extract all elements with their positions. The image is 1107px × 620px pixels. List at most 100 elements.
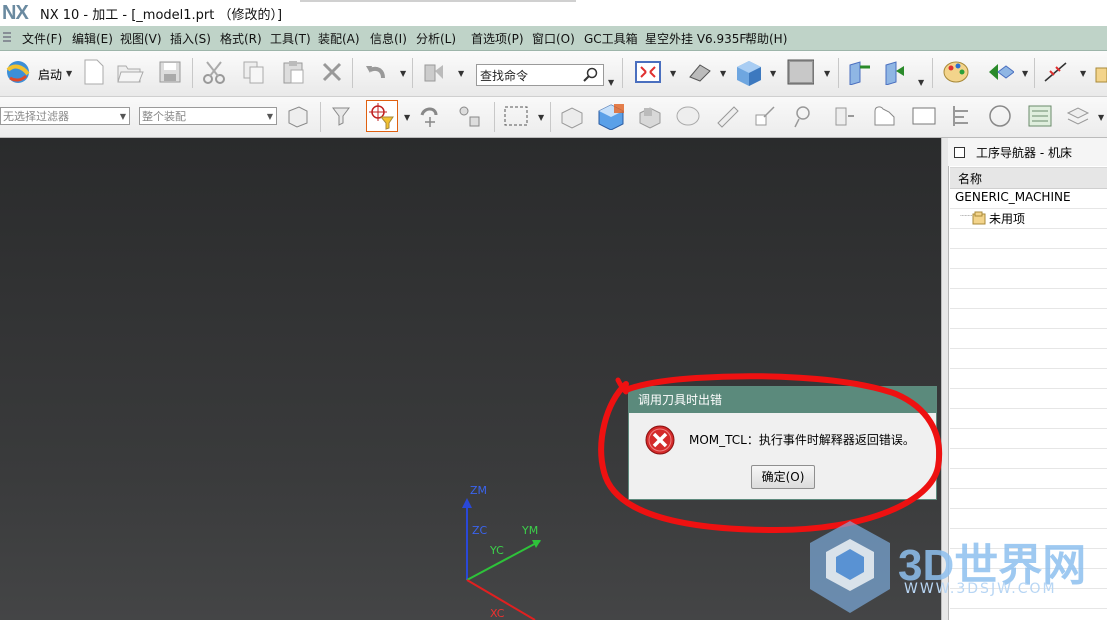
start-label[interactable]: 启动 [38,66,62,83]
render-style-icon[interactable] [686,58,714,86]
snap-stack-icon[interactable] [1064,102,1092,130]
column-name-label: 名称 [958,172,983,186]
save-icon[interactable] [156,58,184,86]
blue-solid-icon[interactable] [596,102,624,130]
start-icon[interactable] [4,58,32,86]
point-icon[interactable] [752,102,780,130]
toolbar-separator [494,102,495,132]
undo-dropdown-icon[interactable]: ▼ [400,69,406,78]
tree-row-generic-machine[interactable]: GENERIC_MACHINE [950,188,1107,209]
coordinate-triad [462,498,541,620]
toolbar-separator [192,58,193,88]
menu-format[interactable]: 格式(R) [220,30,262,47]
undo-icon[interactable] [362,58,390,86]
general-selection-icon[interactable] [284,102,312,130]
fit-view-icon[interactable] [634,58,662,86]
selection-overflow-icon[interactable]: ▼ [1098,113,1104,122]
ym-axis-label: YM [522,524,539,537]
datum-icon[interactable] [948,102,976,130]
background-icon[interactable] [786,58,814,86]
motion-dropdown-icon[interactable]: ▼ [1022,69,1028,78]
measure-dropdown-icon[interactable]: ▼ [1080,69,1086,78]
menu-analysis[interactable]: 分析(L) [416,30,456,47]
solid-body-icon[interactable] [558,102,586,130]
toolbar-separator [932,58,933,88]
rotate-select-icon[interactable] [416,102,444,130]
feature-edit-icon[interactable] [714,102,742,130]
menu-view[interactable]: 视图(V) [120,30,162,47]
selection-scope-combo[interactable]: 整个装配 ▼ [139,107,277,125]
menu-gc-toolbox[interactable]: GC工具箱 [584,30,638,47]
touch-mode-icon[interactable] [420,58,448,86]
measure-icon[interactable] [1042,58,1070,86]
type-filter-combo[interactable]: 无选择过滤器 ▼ [0,107,130,125]
navigator-column-header[interactable]: 名称 [950,167,1107,189]
chevron-down-icon[interactable]: ▼ [120,108,126,126]
motion-icon[interactable] [986,58,1014,86]
chevron-down-icon[interactable]: ▼ [267,108,273,126]
tree-row-empty [950,328,1107,349]
chain-select-icon[interactable] [456,102,484,130]
start-dropdown-icon[interactable]: ▼ [66,69,72,78]
ruler-icon[interactable] [1094,64,1107,84]
layer-list-icon[interactable] [1026,102,1054,130]
tree-row-empty [950,308,1107,329]
shaded-cube-icon[interactable] [734,58,762,86]
tree-row-empty [950,348,1107,369]
menu-information[interactable]: 信息(I) [370,30,407,47]
toolbar-separator [550,102,551,132]
render-dropdown-icon[interactable]: ▼ [720,69,726,78]
search-icon[interactable] [583,67,599,83]
delete-icon[interactable] [318,58,346,86]
menu-plugin[interactable]: 星空外挂 V6.935F [645,30,746,47]
navigator-header: 工序导航器 - 机床 [948,138,1107,166]
navigator-title: 工序导航器 - 机床 [976,146,1072,160]
new-file-icon[interactable] [80,58,108,86]
search-overflow-icon[interactable]: ▼ [608,78,614,87]
face-icon[interactable] [870,102,898,130]
fit-dropdown-icon[interactable]: ▼ [670,69,676,78]
folder-icon [972,211,986,225]
filter-funnel-icon[interactable] [330,102,358,130]
type-filter-value: 无选择过滤器 [3,110,69,123]
box-select-icon[interactable] [502,102,530,130]
menu-insert[interactable]: 插入(S) [170,30,211,47]
cut-icon[interactable] [200,58,228,86]
background-dropdown-icon[interactable]: ▼ [824,69,830,78]
menu-tools[interactable]: 工具(T) [270,30,311,47]
sheet-body-icon[interactable] [636,102,664,130]
navigator-pin-icon[interactable] [954,147,965,158]
open-folder-icon[interactable] [116,58,144,86]
curve-icon[interactable] [792,102,820,130]
toolbar-separator [1034,58,1035,88]
section-view-icon[interactable] [846,58,874,86]
tree-row-empty [950,368,1107,389]
circle-icon[interactable] [986,102,1014,130]
toolbar-separator [320,102,321,132]
rectangle-icon[interactable] [910,102,938,130]
touch-dropdown-icon[interactable]: ▼ [458,69,464,78]
snap-dropdown-icon[interactable]: ▼ [404,113,410,122]
menu-file[interactable]: 文件(F) [22,30,62,47]
copy-icon[interactable] [240,58,268,86]
view-overflow-icon[interactable]: ▼ [918,78,924,87]
tree-row-empty [950,428,1107,449]
appearance-icon[interactable] [674,102,702,130]
box-select-dropdown-icon[interactable]: ▼ [538,113,544,122]
menu-preferences[interactable]: 首选项(P) [471,30,524,47]
paste-icon[interactable] [280,58,308,86]
tree-row-unused-items[interactable]: ┈┈ 未用项 [950,208,1107,229]
menu-grip-icon [2,31,12,43]
menu-window[interactable]: 窗口(O) [532,30,575,47]
clip-view-icon[interactable] [882,58,910,86]
menu-assembly[interactable]: 装配(A) [318,30,360,47]
shading-dropdown-icon[interactable]: ▼ [770,69,776,78]
z-axis-arrow [462,498,472,508]
cylinder-icon[interactable] [830,102,858,130]
menu-help[interactable]: 帮助(H) [745,30,787,47]
palette-icon[interactable] [942,58,970,86]
snap-point-filter-button[interactable] [366,100,398,132]
menu-edit[interactable]: 编辑(E) [72,30,113,47]
command-search-input[interactable]: 查找命令 [476,64,604,86]
toolbar-separator [622,58,623,88]
